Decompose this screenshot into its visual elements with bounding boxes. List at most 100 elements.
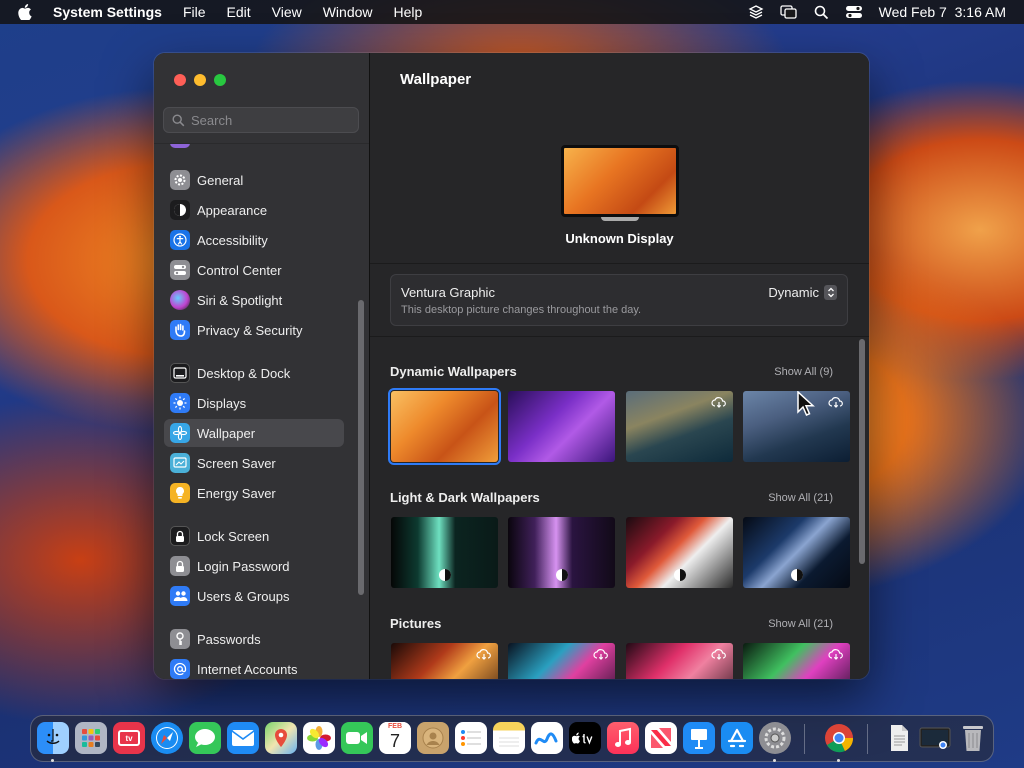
menu-bar: System Settings File Edit View Window He… xyxy=(0,0,1024,24)
wallpaper-thumb-ventura[interactable] xyxy=(388,388,501,465)
sidebar-item-lock-screen[interactable]: Lock Screen xyxy=(164,522,344,550)
calendar-month: FEB xyxy=(379,722,411,731)
news-icon[interactable] xyxy=(645,722,677,754)
sidebar-item-energy-saver[interactable]: Energy Saver xyxy=(164,479,344,507)
mail-icon[interactable] xyxy=(227,722,259,754)
calendar-day: 7 xyxy=(389,731,400,751)
sidebar-item-screen-saver[interactable]: Screen Saver xyxy=(164,449,344,477)
layers-status-icon[interactable] xyxy=(748,4,764,20)
freeform-icon[interactable] xyxy=(531,722,563,754)
wallpaper-thumb-picture-3[interactable] xyxy=(626,643,733,679)
sidebar-item-general[interactable]: General xyxy=(164,166,344,194)
wallpaper-thumb-light-dark-4[interactable] xyxy=(743,517,850,588)
search-icon xyxy=(172,113,185,127)
sidebar-item-appearance[interactable]: Appearance xyxy=(164,196,344,224)
system-settings-window: Search General Appearance Accessibility … xyxy=(154,53,869,679)
wallpaper-thumb-catalina-1[interactable] xyxy=(626,391,733,462)
appearance-mode-popup[interactable]: Dynamic xyxy=(768,285,837,300)
sidebar-item-label: Lock Screen xyxy=(197,528,270,544)
document-icon[interactable] xyxy=(883,722,915,754)
screen-mirroring-icon[interactable] xyxy=(779,4,798,20)
menu-file[interactable]: File xyxy=(183,4,206,20)
safari-icon[interactable] xyxy=(151,722,183,754)
app-name-menu[interactable]: System Settings xyxy=(53,4,162,20)
sidebar-item-passwords[interactable]: Passwords xyxy=(164,625,344,653)
wallpaper-thumb-light-dark-1[interactable] xyxy=(391,517,498,588)
show-all-dynamic-button[interactable]: Show All (9) xyxy=(774,366,833,378)
spotlight-search-icon[interactable] xyxy=(814,5,829,20)
wallpaper-thumb-monterey[interactable] xyxy=(508,391,615,462)
calendar-icon[interactable]: FEB 7 xyxy=(379,722,411,754)
at-icon xyxy=(170,659,190,679)
facetime-icon[interactable] xyxy=(341,722,373,754)
menu-help[interactable]: Help xyxy=(394,4,423,20)
menu-window[interactable]: Window xyxy=(323,4,373,20)
contacts-icon[interactable] xyxy=(417,722,449,754)
wallpaper-description: This desktop picture changes throughout … xyxy=(401,304,642,316)
search-placeholder: Search xyxy=(191,112,233,128)
sidebar-item-label: Passwords xyxy=(197,631,261,647)
wallpaper-thumb-light-dark-2[interactable] xyxy=(508,517,615,588)
wallpaper-name: Ventura Graphic xyxy=(401,285,495,300)
chevron-up-down-icon xyxy=(824,285,837,300)
messages-icon[interactable] xyxy=(189,722,221,754)
screenshot-icon[interactable] xyxy=(919,722,951,754)
show-all-pictures-button[interactable]: Show All (21) xyxy=(768,618,833,630)
sidebar-item-displays[interactable]: Displays xyxy=(164,389,344,417)
minimize-button[interactable] xyxy=(194,74,206,86)
wallpaper-thumb-picture-4[interactable] xyxy=(743,643,850,679)
zoom-button[interactable] xyxy=(214,74,226,86)
sidebar-item-label: Wallpaper xyxy=(197,425,256,441)
sidebar-item-wallpaper[interactable]: Wallpaper xyxy=(164,419,344,447)
notes-icon[interactable] xyxy=(493,722,525,754)
menu-view[interactable]: View xyxy=(272,4,302,20)
menubar-clock[interactable]: Wed Feb 7 3:16 AM xyxy=(879,4,1006,20)
cloud-download-icon xyxy=(828,647,844,665)
sidebar-item-accessibility[interactable]: Accessibility xyxy=(164,226,344,254)
sidebar-item-label: Energy Saver xyxy=(197,485,276,501)
apple-menu-icon[interactable] xyxy=(18,4,36,20)
section-title-dynamic: Dynamic Wallpapers xyxy=(390,364,517,379)
wallpaper-thumb-picture-1[interactable] xyxy=(391,643,498,679)
sidebar-item-label: Internet Accounts xyxy=(197,661,298,677)
app-store-icon[interactable] xyxy=(721,722,753,754)
sidebar-item-users-groups[interactable]: Users & Groups xyxy=(164,582,344,610)
keynote-icon[interactable] xyxy=(683,722,715,754)
screen-saver-icon xyxy=(170,453,190,473)
sidebar-item-internet-accounts[interactable]: Internet Accounts xyxy=(164,655,344,679)
tv-screen-icon: tv xyxy=(118,730,140,746)
cloud-download-icon xyxy=(711,395,727,413)
photos-icon[interactable] xyxy=(303,722,335,754)
finder-icon[interactable] xyxy=(37,722,69,754)
window-controls xyxy=(174,74,226,86)
google-chrome-icon[interactable] xyxy=(823,722,855,754)
sidebar-item-siri-spotlight[interactable]: Siri & Spotlight xyxy=(164,286,344,314)
sidebar-list: General Appearance Accessibility Control… xyxy=(154,143,369,679)
accessibility-icon xyxy=(170,230,190,250)
search-field[interactable]: Search xyxy=(163,107,359,133)
control-center-icon[interactable] xyxy=(845,4,863,20)
running-indicator xyxy=(837,759,840,762)
sidebar-item-control-center[interactable]: Control Center xyxy=(164,256,344,284)
launchpad-icon[interactable] xyxy=(75,722,107,754)
content-scrollbar[interactable] xyxy=(859,339,865,564)
sidebar-item-desktop-dock[interactable]: Desktop & Dock xyxy=(164,359,344,387)
music-icon[interactable] xyxy=(607,722,639,754)
sidebar-item-label: Control Center xyxy=(197,262,282,278)
sidebar-scrollbar[interactable] xyxy=(358,300,364,595)
cloud-download-icon xyxy=(593,647,609,665)
show-all-light-dark-button[interactable]: Show All (21) xyxy=(768,492,833,504)
maps-icon[interactable] xyxy=(265,722,297,754)
sidebar-item-privacy-security[interactable]: Privacy & Security xyxy=(164,316,344,344)
reminders-icon[interactable] xyxy=(455,722,487,754)
system-settings-icon[interactable] xyxy=(759,722,791,754)
wallpaper-thumb-light-dark-3[interactable] xyxy=(626,517,733,588)
trash-icon[interactable] xyxy=(957,722,989,754)
wallpaper-thumb-picture-2[interactable] xyxy=(508,643,615,679)
close-button[interactable] xyxy=(174,74,186,86)
hand-icon xyxy=(170,320,190,340)
sidebar-item-login-password[interactable]: Login Password xyxy=(164,552,344,580)
apple-tv-icon[interactable] xyxy=(569,722,601,754)
tv-app-icon[interactable]: tv xyxy=(113,722,145,754)
menu-edit[interactable]: Edit xyxy=(227,4,251,20)
